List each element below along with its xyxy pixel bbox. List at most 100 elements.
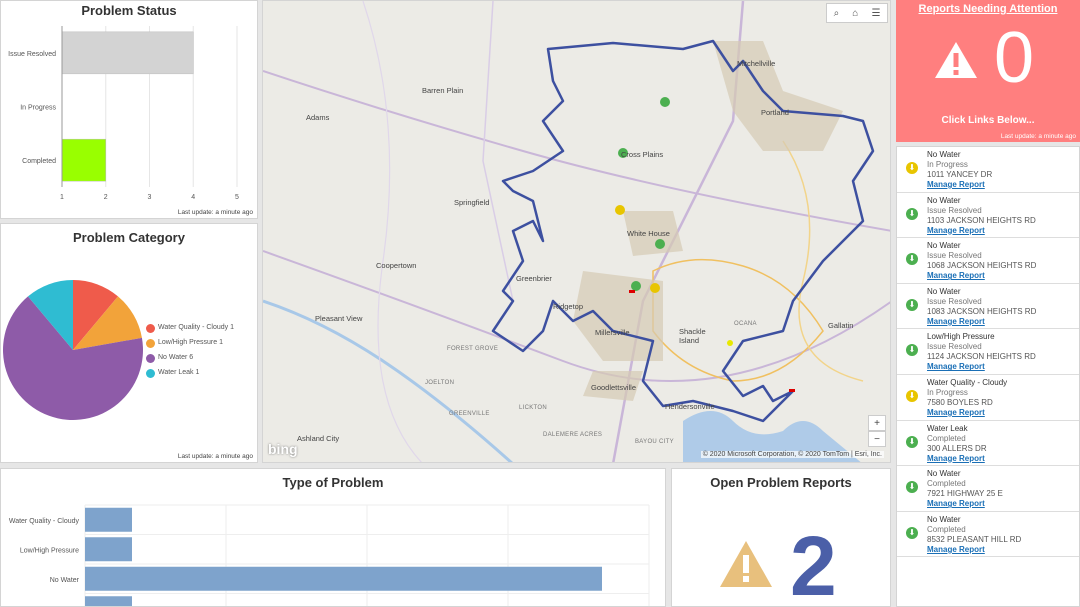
zoom-out-button[interactable]: − — [868, 431, 886, 447]
legend-label: No Water 6 — [158, 354, 194, 361]
report-list-item[interactable]: ⬇ Low/High Pressure Issue Resolved 1124 JAC… — [897, 329, 1079, 375]
attention-last-update: Last update: a minute ago — [1000, 133, 1076, 140]
x-tick-label: 1 — [60, 194, 64, 201]
report-status-icon: ⬇ — [906, 435, 918, 448]
problem-category-title: Problem Category — [73, 230, 185, 245]
report-status: Issue Resolved — [927, 205, 982, 215]
home-icon[interactable]: ⌂ — [852, 8, 858, 19]
map-label-ashland-city: Ashland City — [297, 434, 340, 443]
manage-report-link[interactable]: Manage Report — [927, 362, 1079, 372]
report-address: 1103 JACKSON HEIGHTS RD — [927, 215, 1036, 225]
x-tick-label: 4 — [191, 194, 195, 201]
map-label-coopertown: Coopertown — [376, 261, 417, 270]
map-label-pleasant-view: Pleasant View — [315, 314, 363, 323]
map-label-lickton: LICKTON — [519, 405, 547, 411]
report-status: In Progress — [927, 387, 968, 397]
legend-item: Water Quality - Cloudy 1 — [146, 324, 234, 333]
legend-label: Water Leak 1 — [158, 369, 200, 376]
report-address: 1124 JACKSON HEIGHTS RD — [927, 352, 1036, 362]
map-label-ridgetop: Ridgetop — [553, 302, 584, 311]
map-panel[interactable]: Mitchellville Barren Plain Adams Portlan… — [262, 0, 891, 463]
report-status-icon: ⬇ — [906, 253, 918, 266]
report-status: Completed — [927, 433, 966, 443]
report-list-item[interactable]: ⬇ No Water In Progress 1011 YANCEY DR Manage… — [897, 147, 1079, 193]
legend-label: Low/High Pressure 1 — [158, 339, 223, 346]
manage-report-link[interactable]: Manage Report — [927, 499, 1079, 509]
search-icon[interactable]: ⌕ — [834, 8, 840, 19]
map-label-shackle-island: Shackle Island — [679, 327, 706, 345]
open-warning-icon — [720, 541, 772, 587]
list-icon[interactable]: ☰ — [871, 8, 880, 19]
category-label: Low/High Pressure — [20, 547, 79, 554]
report-list-item[interactable]: ⬇ No Water Completed 7921 HIGHWAY 25 E Manag… — [897, 466, 1079, 512]
problem-status-chart: 1 2 3 4 5 Issue Resolved In Progress Completed — [8, 26, 239, 201]
report-status: Completed — [927, 479, 966, 489]
report-status-icon: ⬇ — [906, 526, 918, 539]
map-label-greenville: GREENVILLE — [449, 411, 490, 417]
report-list-item[interactable]: ⬇ No Water Issue Resolved 1068 JACKSON HEIG… — [897, 238, 1079, 284]
map-label-barren-plain: Barren Plain — [422, 86, 464, 95]
map-label-white-house: White House — [627, 229, 670, 238]
map-label-adams: Adams — [306, 113, 330, 122]
legend-swatch — [146, 369, 155, 378]
report-address: 8532 PLEASANT HILL RD — [927, 534, 1022, 544]
report-list-item[interactable]: ⬇ No Water Completed 8532 PLEASANT HILL RD M… — [897, 512, 1079, 558]
report-category: Water Quality - Cloudy — [927, 377, 1008, 387]
report-status: Issue Resolved — [927, 251, 982, 261]
map-label-millersville: Millersville — [595, 328, 630, 337]
category-label: Completed — [22, 158, 56, 165]
category-label: No Water — [50, 577, 80, 584]
report-list-item[interactable]: ⬇ Water Quality - Cloudy In Progress 7580 B… — [897, 375, 1079, 421]
x-tick-label: 3 — [148, 194, 152, 201]
legend-swatch — [146, 354, 155, 363]
problem-category-last-update: Last update: a minute ago — [177, 453, 253, 460]
report-status-icon: ⬇ — [906, 481, 918, 494]
map-label-forest-grove: FOREST GROVE — [447, 346, 499, 352]
map-label-portland: Portland — [761, 108, 789, 117]
report-address: 7580 BOYLES RD — [927, 397, 993, 407]
report-category: No Water — [927, 195, 961, 205]
report-status-icon: ⬇ — [906, 298, 918, 311]
report-list: ⬇ No Water In Progress 1011 YANCEY DR Manage… — [897, 147, 1079, 558]
problem-status-last-update: Last update: a minute ago — [177, 209, 253, 216]
bar — [85, 566, 602, 591]
manage-report-link[interactable]: Manage Report — [927, 545, 1079, 555]
report-status-icon: ⬇ — [906, 344, 918, 357]
manage-report-link[interactable]: Manage Report — [927, 226, 1079, 236]
report-status: Completed — [927, 524, 966, 534]
category-label: Water Quality - Cloudy — [9, 518, 80, 525]
report-address: 300 ALLERS DR — [927, 443, 987, 453]
bar — [61, 31, 194, 75]
map-canvas[interactable] — [263, 1, 891, 463]
legend-item: No Water 6 — [146, 354, 234, 363]
report-category: No Water — [927, 286, 961, 296]
x-tick-label: 5 — [235, 194, 239, 201]
bar — [85, 537, 132, 562]
report-category: No Water — [927, 469, 961, 479]
map-label-greenbrier: Greenbrier — [516, 274, 552, 283]
manage-report-link[interactable]: Manage Report — [927, 317, 1079, 327]
problem-category-panel: Problem Category Water Quality - Cloudy … — [0, 223, 258, 463]
manage-report-link[interactable]: Manage Report — [927, 271, 1079, 281]
pie-legend: Water Quality - Cloudy 1 Low/High Pressur… — [146, 324, 234, 384]
attention-title[interactable]: Reports Needing Attention — [896, 3, 1080, 15]
report-status-icon: ⬇ — [906, 162, 918, 174]
map-toolbar: ⌕ ⌂ ☰ — [826, 3, 888, 23]
report-list-panel: ⬇ No Water In Progress 1011 YANCEY DR Manage… — [896, 146, 1080, 607]
report-address: 1083 JACKSON HEIGHTS RD — [927, 306, 1037, 316]
warning-icon — [935, 42, 977, 78]
report-list-item[interactable]: ⬇ Water Leak Completed 300 ALLERS DR Manage … — [897, 421, 1079, 467]
zoom-in-button[interactable]: + — [868, 415, 886, 431]
open-reports-title: Open Problem Reports — [710, 475, 852, 490]
report-list-item[interactable]: ⬇ No Water Issue Resolved 1083 JACKSON HEIG… — [897, 284, 1079, 330]
manage-report-link[interactable]: Manage Report — [927, 454, 1079, 464]
attention-panel: Reports Needing Attention 0 Click Links … — [896, 0, 1080, 142]
report-category: No Water — [927, 150, 961, 159]
manage-report-link[interactable]: Manage Report — [927, 408, 1079, 418]
manage-report-link[interactable]: Manage Report — [927, 180, 1079, 190]
map-label-bayou-city: BAYOU CITY — [635, 439, 674, 445]
report-list-item[interactable]: ⬇ No Water Issue Resolved 1103 JACKSON HEIG… — [897, 193, 1079, 239]
category-label: In Progress — [20, 105, 56, 112]
problem-category-pie — [3, 280, 143, 420]
report-status-icon: ⬇ — [906, 207, 918, 220]
